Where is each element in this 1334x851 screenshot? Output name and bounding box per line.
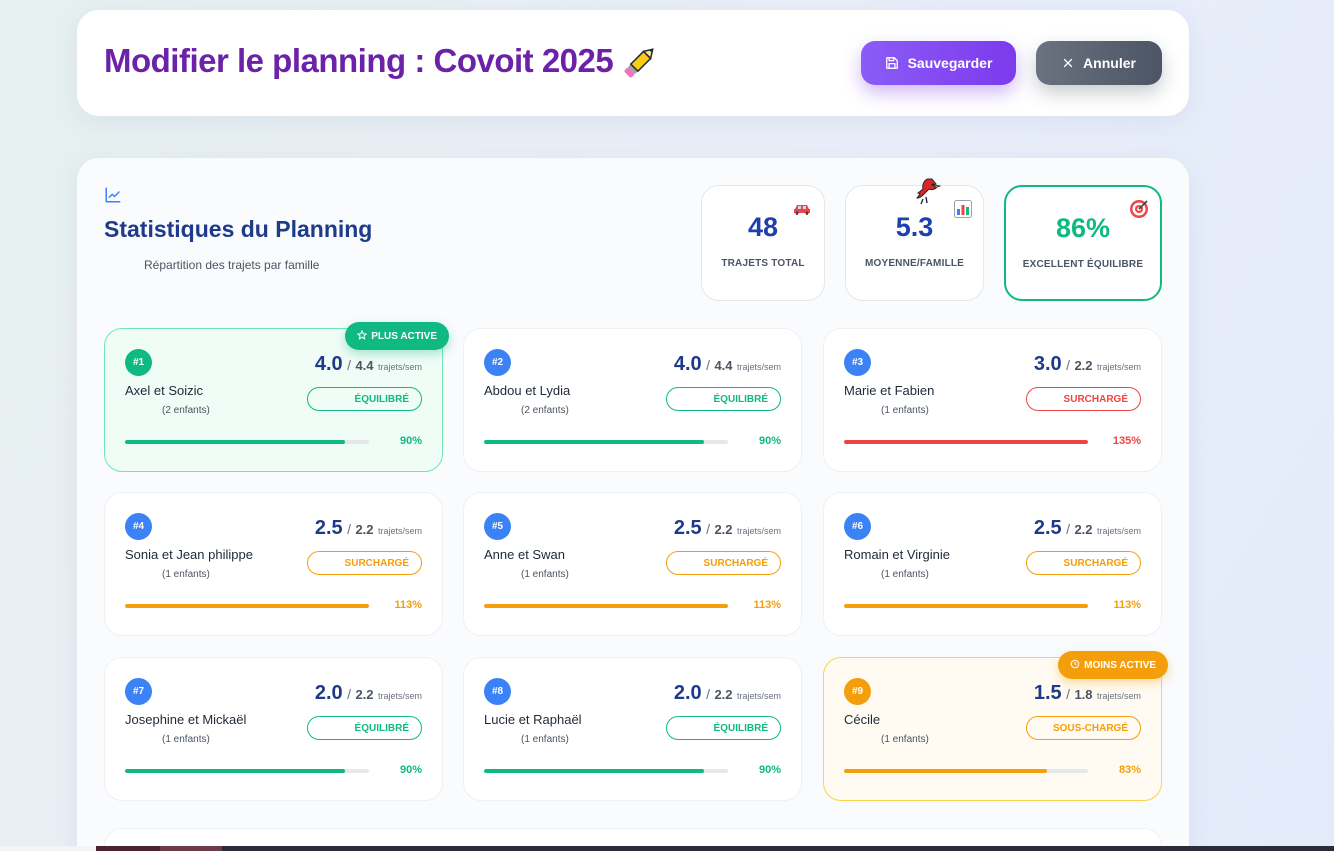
- rank-badge: #4: [125, 513, 152, 540]
- status-badge: ÉQUILIBRÉ: [307, 387, 422, 411]
- family-kids: (2 enfants): [521, 405, 569, 416]
- rank-badge: #5: [484, 513, 511, 540]
- rank-badge: #3: [844, 349, 871, 376]
- trip-ratio: 2.5 / 2.2 trajets/sem: [314, 517, 422, 539]
- progress-percent: 83%: [1118, 764, 1141, 776]
- rank-badge: #7: [125, 678, 152, 705]
- status-badge: SOUS-CHARGÉ: [1026, 716, 1141, 740]
- family-card-2[interactable]: #2 Abdou et Lydia (2 enfants) 4.0 / 4.4 …: [463, 328, 802, 472]
- balance-value: 86%: [1055, 213, 1111, 243]
- cancel-button[interactable]: Annuler: [1036, 41, 1162, 85]
- family-card-7[interactable]: #7 Josephine et Mickaël (1 enfants) 2.0 …: [104, 657, 443, 801]
- cancel-button-label: Annuler: [1083, 55, 1136, 71]
- close-icon: [1062, 57, 1074, 69]
- status-badge: SURCHARGÉ: [666, 551, 781, 575]
- save-button[interactable]: Sauvegarder: [861, 41, 1016, 85]
- family-card-6[interactable]: #6 Romain et Virginie (1 enfants) 2.5 / …: [823, 492, 1162, 636]
- family-kids: (1 enfants): [521, 734, 569, 745]
- trip-ratio: 3.0 / 2.2 trajets/sem: [1033, 353, 1141, 375]
- family-kids: (1 enfants): [162, 569, 210, 580]
- family-name: Sonia et Jean philippe: [125, 547, 253, 562]
- status-badge: ÉQUILIBRÉ: [307, 716, 422, 740]
- family-kids: (1 enfants): [521, 569, 569, 580]
- progress-bar: [844, 440, 1088, 444]
- status-badge: SURCHARGÉ: [1026, 387, 1141, 411]
- progress-bar: [125, 769, 369, 773]
- cardinal-bird-icon: [912, 175, 944, 214]
- stats-title: Statistiques du Planning: [104, 216, 373, 242]
- status-badge: SURCHARGÉ: [1026, 551, 1141, 575]
- rank-badge: #9: [844, 678, 871, 705]
- family-kids: (1 enfants): [881, 405, 929, 416]
- line-chart-icon: [104, 186, 122, 209]
- trip-ratio: 1.5 / 1.8 trajets/sem: [1033, 682, 1141, 704]
- family-kids: (1 enfants): [881, 734, 929, 745]
- status-badge: ÉQUILIBRÉ: [666, 387, 781, 411]
- family-name: Marie et Fabien: [844, 383, 935, 398]
- least-active-badge: MOINS ACTIVE: [1058, 651, 1168, 679]
- progress-percent: 113%: [1113, 599, 1141, 611]
- star-icon: [356, 329, 368, 343]
- trip-ratio: 2.5 / 2.2 trajets/sem: [1033, 517, 1141, 539]
- progress-bar: [125, 604, 369, 608]
- family-name: Abdou et Lydia: [484, 383, 571, 398]
- rank-badge: #1: [125, 349, 152, 376]
- page-title: Modifier le planning : Covoit 2025: [104, 42, 614, 79]
- balance-label: EXCELLENT ÉQUILIBRE: [1022, 259, 1144, 270]
- progress-percent: 113%: [753, 599, 781, 611]
- save-button-label: Sauvegarder: [907, 55, 993, 71]
- family-card-3[interactable]: #3 Marie et Fabien (1 enfants) 3.0 / 2.2…: [823, 328, 1162, 472]
- status-badge: SURCHARGÉ: [307, 551, 422, 575]
- family-card-9[interactable]: MOINS ACTIVE #9 Cécile (1 enfants) 1.5 /…: [823, 651, 1168, 801]
- progress-percent: 90%: [758, 764, 781, 776]
- family-name: Cécile: [844, 712, 881, 727]
- trip-ratio: 2.5 / 2.2 trajets/sem: [673, 517, 781, 539]
- progress-percent: 90%: [399, 764, 422, 776]
- total-trips-label: TRAJETS TOTAL: [721, 258, 805, 269]
- average-value: 5.3: [895, 212, 934, 242]
- family-card-8[interactable]: #8 Lucie et Raphaël (1 enfants) 2.0 / 2.…: [463, 657, 802, 801]
- progress-percent: 90%: [399, 435, 422, 447]
- progress-bar: [844, 769, 1088, 773]
- rank-badge: #6: [844, 513, 871, 540]
- progress-bar: [484, 440, 728, 444]
- family-card-5[interactable]: #5 Anne et Swan (1 enfants) 2.5 / 2.2 tr…: [463, 492, 802, 636]
- family-name: Josephine et Mickaël: [125, 712, 247, 727]
- summary-total: 48 TRAJETS TOTAL: [701, 185, 825, 301]
- most-active-badge: PLUS ACTIVE: [345, 322, 449, 350]
- trip-ratio: 2.0 / 2.2 trajets/sem: [314, 682, 422, 704]
- family-name: Romain et Virginie: [844, 547, 950, 562]
- total-trips-value: 48: [747, 212, 779, 242]
- status-badge: ÉQUILIBRÉ: [666, 716, 781, 740]
- family-name: Lucie et Raphaël: [484, 712, 582, 727]
- family-card-4[interactable]: #4 Sonia et Jean philippe (1 enfants) 2.…: [104, 492, 443, 636]
- floppy-disk-icon: [885, 56, 899, 70]
- family-name: Axel et Soizic: [125, 383, 204, 398]
- progress-percent: 135%: [1112, 435, 1141, 447]
- trip-ratio: 4.0 / 4.4 trajets/sem: [673, 353, 781, 375]
- progress-percent: 113%: [394, 599, 422, 611]
- summary-balance: 86% EXCELLENT ÉQUILIBRE: [1004, 185, 1162, 301]
- clock-icon: [1070, 659, 1080, 672]
- trip-ratio: 4.0 / 4.4 trajets/sem: [314, 353, 422, 375]
- stats-subtitle: Répartition des trajets par famille: [144, 258, 320, 272]
- progress-percent: 90%: [758, 435, 781, 447]
- family-kids: (2 enfants): [162, 405, 210, 416]
- average-label: MOYENNE/FAMILLE: [864, 258, 965, 269]
- progress-bar: [844, 604, 1088, 608]
- family-card-1[interactable]: PLUS ACTIVE #1 Axel et Soizic (2 enfants…: [104, 322, 449, 472]
- rank-badge: #2: [484, 349, 511, 376]
- family-kids: (1 enfants): [162, 734, 210, 745]
- progress-bar: [125, 440, 369, 444]
- family-name: Anne et Swan: [484, 547, 565, 562]
- family-kids: (1 enfants): [881, 569, 929, 580]
- trip-ratio: 2.0 / 2.2 trajets/sem: [673, 682, 781, 704]
- progress-bar: [484, 604, 728, 608]
- progress-bar: [484, 769, 728, 773]
- pencil-icon: [620, 42, 660, 82]
- taskbar-strip: [0, 846, 1334, 851]
- rank-badge: #8: [484, 678, 511, 705]
- header-card: Modifier le planning : Covoit 2025 Sauve…: [77, 10, 1189, 116]
